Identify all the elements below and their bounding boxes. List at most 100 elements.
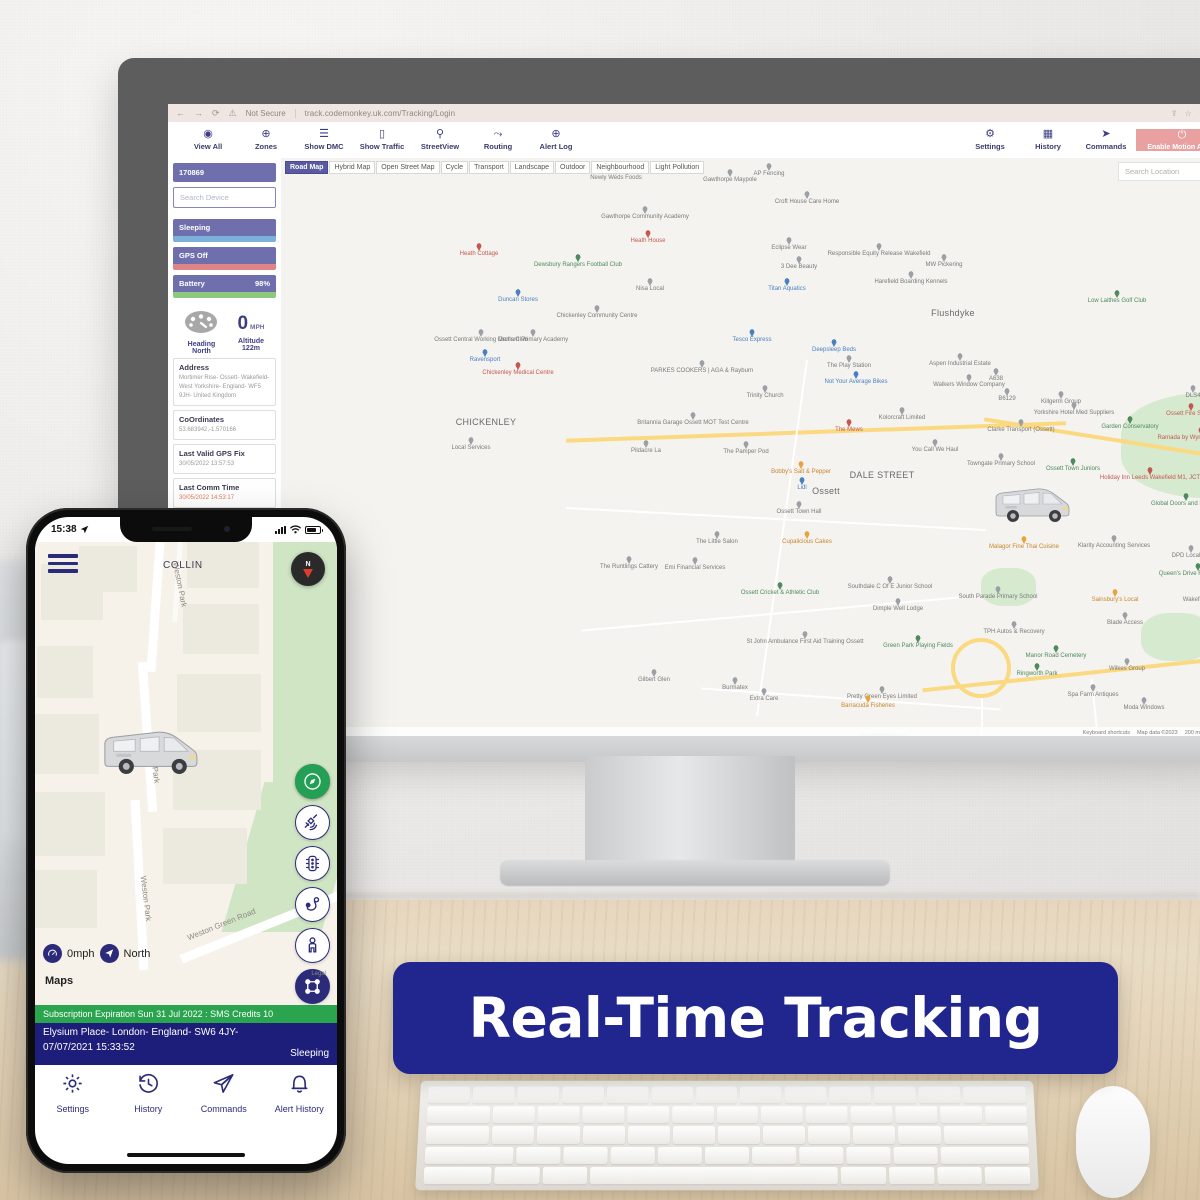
map-poi-pin[interactable] bbox=[1147, 467, 1153, 475]
map-poi-label[interactable]: Ravensport bbox=[470, 357, 501, 363]
url-text[interactable]: track.codemonkey.uk.com/Tracking/Login bbox=[305, 109, 456, 118]
map-poi-label[interactable]: Manor Road Cemetery bbox=[1026, 653, 1087, 659]
map-poi-pin[interactable] bbox=[594, 305, 600, 313]
map-poi-label[interactable]: Eclipse Wear bbox=[771, 245, 806, 251]
map-poi-pin[interactable] bbox=[1011, 621, 1017, 629]
map-poi-pin[interactable] bbox=[998, 453, 1004, 461]
map-layer-road-map[interactable]: Road Map bbox=[285, 161, 329, 174]
map-poi-pin[interactable] bbox=[777, 582, 783, 590]
map-poi-label[interactable]: Blade Access bbox=[1107, 620, 1143, 626]
map-poi-label[interactable]: Holiday Inn Leeds Wakefield M1, JCT bbox=[1100, 475, 1200, 481]
map-poi-pin[interactable] bbox=[846, 355, 852, 363]
map-poi-label[interactable]: Spa Farm Antiques bbox=[1067, 692, 1118, 698]
map-poi-pin[interactable] bbox=[798, 461, 804, 469]
map-poi-label[interactable]: Emi Financial Services bbox=[665, 565, 726, 571]
map-layer-landscape[interactable]: Landscape bbox=[509, 161, 555, 174]
map-poi-pin[interactable] bbox=[743, 441, 749, 449]
map-poi-pin[interactable] bbox=[995, 586, 1001, 594]
map-poi-label[interactable]: The Pamper Pod bbox=[723, 449, 768, 455]
map-poi-label[interactable]: Dewsbury Rangers Football Club bbox=[534, 262, 622, 268]
map-poi-pin[interactable] bbox=[799, 477, 805, 485]
toolbar-item-streetview[interactable]: ⚲ StreetView bbox=[412, 129, 468, 152]
map-poi-label[interactable]: Gawthorpe Community Academy bbox=[601, 214, 689, 220]
map-poi-pin[interactable] bbox=[482, 349, 488, 357]
map-poi-label[interactable]: Ossett Town Juniors bbox=[1046, 466, 1100, 472]
map-poi-pin[interactable] bbox=[865, 695, 871, 703]
map-poi-pin[interactable] bbox=[476, 243, 482, 251]
street-view-button[interactable] bbox=[295, 928, 330, 963]
map-layer-open-street-map[interactable]: Open Street Map bbox=[376, 161, 440, 174]
map-poi-pin[interactable] bbox=[626, 556, 632, 564]
compass-control[interactable]: N bbox=[291, 552, 325, 586]
phone-map[interactable]: COLLIN N Weston Park Weston Park Weston … bbox=[35, 542, 337, 1005]
map-poi-pin[interactable] bbox=[761, 688, 767, 696]
map-poi-pin[interactable] bbox=[575, 254, 581, 262]
map-poi-label[interactable]: Deepsleep Beds bbox=[812, 347, 856, 353]
map-poi-label[interactable]: A638 bbox=[989, 376, 1003, 382]
map-poi-label[interactable]: Barracuda Fisheries bbox=[841, 703, 895, 709]
vehicle-marker[interactable] bbox=[991, 480, 1071, 526]
map-poi-pin[interactable] bbox=[993, 368, 999, 376]
map-poi-label[interactable]: Global Doors and Interiors bbox=[1151, 501, 1200, 507]
map-poi-pin[interactable] bbox=[804, 531, 810, 539]
star-icon[interactable]: ☆ bbox=[1185, 109, 1192, 118]
map-poi-label[interactable]: Chickenley Medical Centre bbox=[482, 370, 553, 376]
map-poi-label[interactable]: Pretty Green Eyes Limited bbox=[847, 694, 917, 700]
map-poi-label[interactable]: Ossett Cricket & Athletic Club bbox=[741, 590, 819, 596]
map-poi-label[interactable]: Moda Windows bbox=[1123, 705, 1164, 711]
map-poi-pin[interactable] bbox=[899, 407, 905, 415]
map-poi-label[interactable]: Towngate Primary School bbox=[967, 461, 1035, 467]
phone-tab-history[interactable]: History bbox=[117, 1072, 179, 1114]
map-poi-pin[interactable] bbox=[692, 557, 698, 565]
map-poi-pin[interactable] bbox=[749, 329, 755, 337]
reload-icon[interactable]: ⟳ bbox=[212, 108, 220, 119]
map-poi-pin[interactable] bbox=[831, 339, 837, 347]
map-poi-pin[interactable] bbox=[645, 230, 651, 238]
map-poi-pin[interactable] bbox=[1034, 663, 1040, 671]
map-attribution-item[interactable]: Map data ©2023 bbox=[1137, 730, 1178, 736]
map-poi-pin[interactable] bbox=[895, 598, 901, 606]
map-attribution-item[interactable]: 200 m bbox=[1185, 730, 1200, 736]
map-poi-pin[interactable] bbox=[876, 243, 882, 251]
map-poi-label[interactable]: Queen's Drive Football Fields bbox=[1159, 571, 1200, 577]
map-poi-label[interactable]: Not Your Average Bikes bbox=[825, 379, 888, 385]
map-poi-pin[interactable] bbox=[1188, 545, 1194, 553]
map-poi-label[interactable]: The Runtlings Cattery bbox=[600, 564, 658, 570]
map-poi-pin[interactable] bbox=[1122, 612, 1128, 620]
toolbar-item-alert-log[interactable]: ⊕ Alert Log bbox=[528, 129, 584, 152]
map-container[interactable]: Newly Weds Foods Gawthorpe Maypole Croft H… bbox=[281, 158, 1200, 750]
map-poi-pin[interactable] bbox=[1195, 563, 1200, 571]
map-poi-pin[interactable] bbox=[1183, 493, 1189, 501]
map-poi-pin[interactable] bbox=[1053, 645, 1059, 653]
map-poi-pin[interactable] bbox=[1058, 391, 1064, 399]
map-poi-label[interactable]: Walkers Window Company bbox=[933, 382, 1005, 388]
map-poi-label[interactable]: Responsible Equity Release Wakefield bbox=[828, 251, 931, 257]
map-poi-pin[interactable] bbox=[699, 360, 705, 368]
phone-tab-settings[interactable]: Settings bbox=[42, 1072, 104, 1114]
map-poi-label[interactable]: PARKES COOKERS | AGA & Rayburn bbox=[651, 368, 754, 374]
map-poi-pin[interactable] bbox=[478, 329, 484, 337]
map-poi-pin[interactable] bbox=[766, 163, 772, 171]
map-poi-label[interactable]: Newly Weds Foods bbox=[590, 175, 642, 181]
map-poi-label[interactable]: St John Ambulance First Aid Training Oss… bbox=[746, 639, 863, 645]
map-poi-label[interactable]: You Call We Haul bbox=[912, 447, 959, 453]
map-poi-label[interactable]: Dimple Well Lodge bbox=[873, 606, 923, 612]
map-poi-label[interactable]: Pildacre La bbox=[631, 448, 661, 454]
phone-tab-alert-history[interactable]: Alert History bbox=[268, 1072, 330, 1114]
map-poi-pin[interactable] bbox=[915, 635, 921, 643]
toolbar-item-commands[interactable]: ➤ Commands bbox=[1078, 129, 1134, 152]
map-poi-label[interactable]: The Little Salon bbox=[696, 539, 738, 545]
map-poi-pin[interactable] bbox=[690, 412, 696, 420]
map-poi-label[interactable]: DLS4 bbox=[1185, 393, 1200, 399]
map-poi-pin[interactable] bbox=[732, 677, 738, 685]
map-poi-pin[interactable] bbox=[784, 278, 790, 286]
map-poi-label[interactable]: Wilkes Group bbox=[1109, 666, 1145, 672]
map-poi-pin[interactable] bbox=[1141, 697, 1147, 705]
enable-motion-alarm-button[interactable]: ⏻ Enable Motion Alarm bbox=[1136, 129, 1200, 151]
map-poi-pin[interactable] bbox=[1070, 458, 1076, 466]
map-poi-label[interactable]: B6129 bbox=[998, 396, 1015, 402]
map-poi-pin[interactable] bbox=[887, 576, 893, 584]
toolbar-item-show-traffic[interactable]: ▯ Show Traffic bbox=[354, 129, 410, 152]
map-poi-label[interactable]: Tesco Express bbox=[732, 337, 771, 343]
map-poi-pin[interactable] bbox=[1111, 535, 1117, 543]
